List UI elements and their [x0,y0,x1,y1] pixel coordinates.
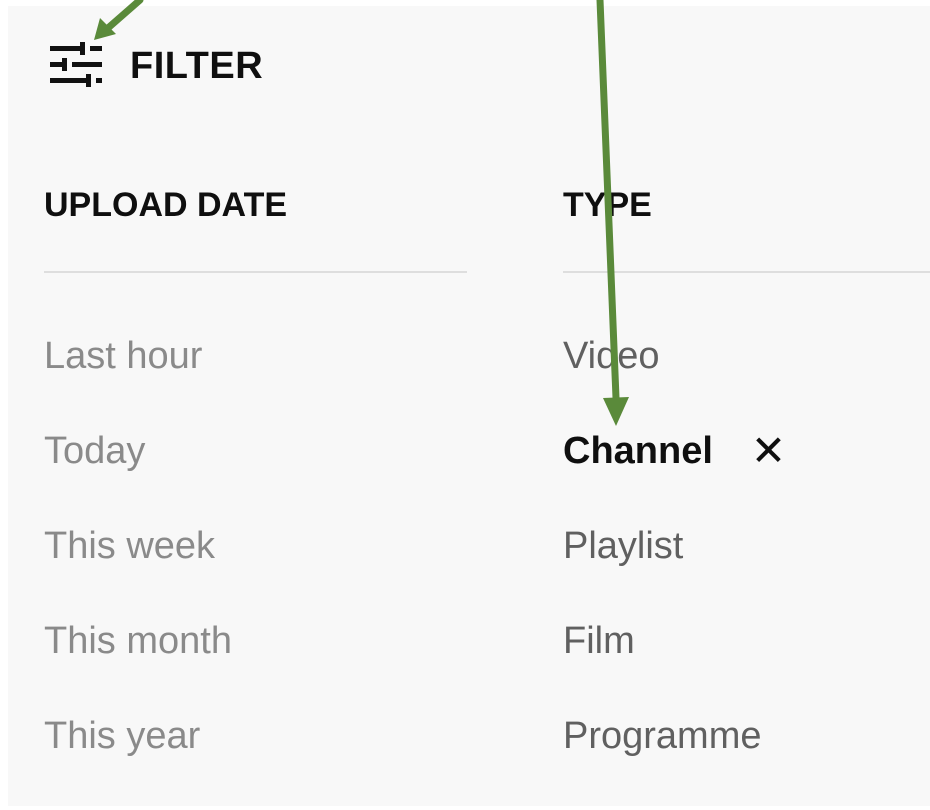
option-label: This month [44,620,232,662]
type-column: TYPE Video Channel ✕ Playlist Film Progr… [563,180,930,808]
upload-date-option-this-week[interactable]: This week [44,523,467,618]
option-label: Programme [563,715,762,757]
close-icon[interactable]: ✕ [751,428,786,474]
option-label: Last hour [44,335,203,377]
upload-date-heading: UPLOAD DATE [44,186,288,224]
type-option-film[interactable]: Film [563,618,930,713]
type-divider [563,271,930,273]
option-label: This year [44,715,201,757]
option-label: Channel [563,430,713,472]
filter-toggle-button[interactable]: FILTER [48,36,263,96]
type-option-channel[interactable]: Channel ✕ [563,428,930,523]
option-label: Playlist [563,525,684,567]
option-label: Film [563,620,635,662]
option-label: Video [563,335,660,377]
upload-date-options: Last hour Today This week This month Thi… [44,333,467,808]
type-heading: TYPE [563,186,652,224]
sliders-icon[interactable] [48,42,104,90]
type-options: Video Channel ✕ Playlist Film Programme [563,333,930,808]
type-option-video[interactable]: Video [563,333,930,428]
type-option-programme[interactable]: Programme [563,713,930,808]
upload-date-option-last-hour[interactable]: Last hour [44,333,467,428]
upload-date-divider [44,271,467,273]
option-label: This week [44,525,216,567]
type-option-playlist[interactable]: Playlist [563,523,930,618]
upload-date-option-today[interactable]: Today [44,428,467,523]
option-label: Today [44,430,146,472]
upload-date-column: UPLOAD DATE Last hour Today This week Th… [44,180,467,808]
filter-label: FILTER [130,44,264,87]
upload-date-option-this-month[interactable]: This month [44,618,467,713]
upload-date-option-this-year[interactable]: This year [44,713,467,808]
